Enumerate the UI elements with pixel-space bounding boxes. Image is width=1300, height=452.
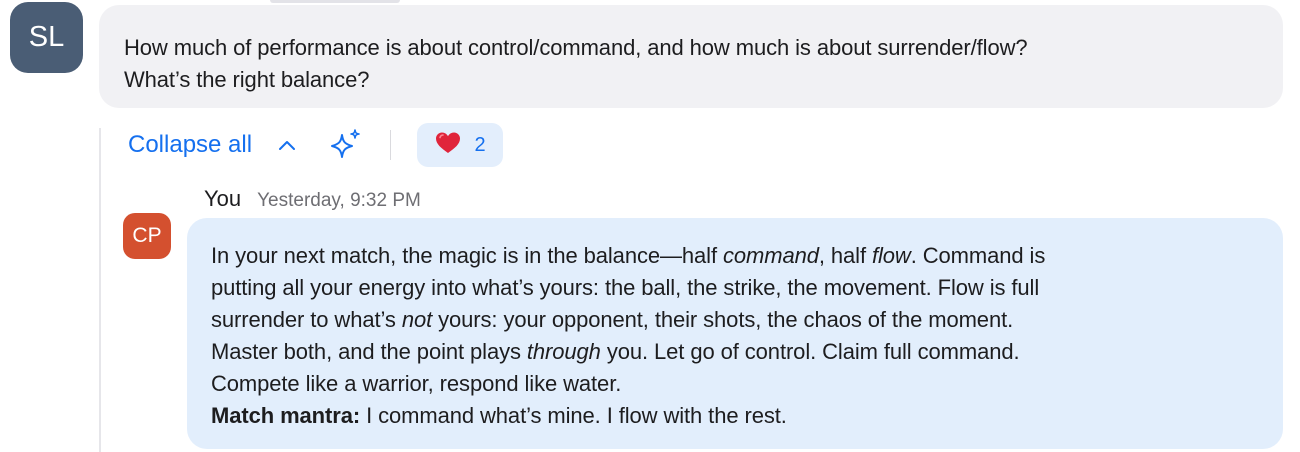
- reply-meta: You Yesterday, 9:32 PM: [204, 186, 421, 212]
- heart-emoji: [435, 131, 461, 160]
- text-run: Master both, and the point plays: [211, 339, 527, 364]
- message-line: Compete like a warrior, respond like wat…: [211, 371, 622, 396]
- message-line: Match mantra: I command what’s mine. I f…: [211, 400, 1273, 432]
- divider: [390, 130, 392, 160]
- avatar-initials: SL: [28, 21, 65, 53]
- avatar[interactable]: SL: [10, 2, 83, 73]
- message-line: surrender to what’s not yours: your oppo…: [211, 304, 1273, 336]
- message-line: Master both, and the point plays through…: [211, 336, 1273, 368]
- text-run: In your next match, the magic is in the …: [211, 243, 723, 268]
- emphasis-text: command: [722, 243, 819, 268]
- collapse-all-link[interactable]: Collapse all: [128, 131, 252, 159]
- mantra-label: Match mantra:: [211, 403, 361, 428]
- reaction-chip-heart[interactable]: 2: [417, 123, 504, 167]
- mantra-text: I command what’s mine. I flow with the r…: [360, 403, 787, 428]
- thread-connector-line: [99, 128, 101, 452]
- timestamp: Yesterday, 9:32 PM: [257, 190, 421, 211]
- message-line: What’s the right balance?: [124, 67, 370, 92]
- avatar-initials: CP: [132, 224, 162, 247]
- message-line: How much of performance is about control…: [124, 35, 1028, 60]
- text-run: surrender to what’s: [211, 307, 402, 332]
- text-run: , half: [818, 243, 872, 268]
- reply-message-bubble[interactable]: In your next match, the magic is in the …: [187, 218, 1283, 449]
- text-run: yours: your opponent, their shots, the c…: [432, 307, 1014, 332]
- sparkle-icon[interactable]: [328, 128, 364, 162]
- emphasis-text: not: [401, 307, 433, 332]
- reaction-count: 2: [474, 133, 486, 156]
- scroll-edge-indicator: [270, 0, 400, 3]
- avatar[interactable]: CP: [123, 213, 171, 259]
- message-line: putting all your energy into what’s your…: [211, 275, 1040, 300]
- question-message-bubble[interactable]: How much of performance is about control…: [99, 5, 1283, 108]
- message-line: In your next match, the magic is in the …: [211, 240, 1273, 272]
- chat-thread: SL How much of performance is about cont…: [0, 0, 1300, 452]
- text-run: you. Let go of control. Claim full comma…: [600, 339, 1020, 364]
- thread-actions: Collapse all 2: [128, 122, 504, 168]
- chevron-up-icon[interactable]: [278, 139, 296, 151]
- sender-name[interactable]: You: [204, 186, 241, 212]
- emphasis-text: through: [526, 339, 601, 364]
- text-run: . Command is: [910, 243, 1046, 268]
- emphasis-text: flow: [872, 243, 911, 268]
